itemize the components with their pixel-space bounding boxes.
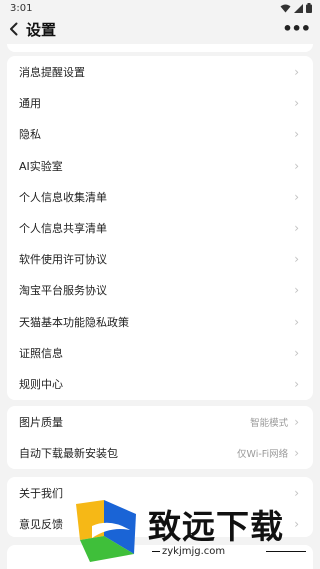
settings-item-label: 软件使用许可协议 xyxy=(19,253,107,267)
back-arrow-icon[interactable] xyxy=(8,22,20,36)
status-bar: 3:01 xyxy=(0,0,320,16)
settings-item-personal-info-collection[interactable]: 个人信息收集清单 › xyxy=(7,181,313,212)
settings-item-privacy-policy[interactable]: 天猫基本功能隐私政策 › xyxy=(7,306,313,337)
settings-item-ai-lab[interactable]: AI实验室 › xyxy=(7,150,313,181)
chevron-right-icon: › xyxy=(294,345,299,360)
watermark-divider xyxy=(152,551,160,552)
wifi-icon xyxy=(280,4,291,12)
chevron-right-icon: › xyxy=(294,221,299,236)
settings-item-auto-download[interactable]: 自动下载最新安装包 仅Wi-Fi网络 › xyxy=(7,437,313,468)
settings-item-label: 隐私 xyxy=(19,128,41,142)
status-icons xyxy=(280,3,312,13)
previous-card-edge xyxy=(7,44,313,52)
chevron-right-icon: › xyxy=(294,445,299,460)
signal-icon xyxy=(294,3,303,13)
watermark-url: zykjmjg.com xyxy=(162,546,226,557)
chevron-right-icon: › xyxy=(294,189,299,204)
battery-icon xyxy=(306,3,312,13)
settings-item-label: 通用 xyxy=(19,97,41,111)
settings-item-software-license[interactable]: 软件使用许可协议 › xyxy=(7,244,313,275)
settings-item-platform-agreement[interactable]: 淘宝平台服务协议 › xyxy=(7,275,313,306)
settings-item-label: 规则中心 xyxy=(19,377,63,391)
settings-item-label: 天猫基本功能隐私政策 xyxy=(19,315,129,329)
settings-item-general[interactable]: 通用 › xyxy=(7,88,313,119)
chevron-right-icon: › xyxy=(294,314,299,329)
settings-item-label: 自动下载最新安装包 xyxy=(19,446,118,460)
settings-item-personal-info-sharing[interactable]: 个人信息共享清单 › xyxy=(7,212,313,243)
settings-item-label: 证照信息 xyxy=(19,346,63,360)
settings-group-media: 图片质量 智能模式 › 自动下载最新安装包 仅Wi-Fi网络 › xyxy=(7,406,313,469)
settings-item-image-quality[interactable]: 图片质量 智能模式 › xyxy=(7,406,313,437)
chevron-right-icon: › xyxy=(294,252,299,267)
watermark: 致远下载 zykjmjg.com xyxy=(70,496,320,569)
watermark-logo-icon xyxy=(76,500,136,562)
settings-item-privacy[interactable]: 隐私 › xyxy=(7,119,313,150)
chevron-right-icon: › xyxy=(294,65,299,80)
chevron-right-icon: › xyxy=(294,158,299,173)
settings-item-license-info[interactable]: 证照信息 › xyxy=(7,337,313,368)
settings-item-label: 意见反馈 xyxy=(19,517,63,531)
settings-item-notifications[interactable]: 消息提醒设置 › xyxy=(7,57,313,88)
settings-item-label: 图片质量 xyxy=(19,415,63,429)
status-time: 3:01 xyxy=(10,2,33,14)
settings-item-label: 个人信息共享清单 xyxy=(19,222,107,236)
chevron-right-icon: › xyxy=(294,96,299,111)
settings-item-label: AI实验室 xyxy=(19,159,63,173)
watermark-text: 致远下载 xyxy=(148,507,284,546)
settings-item-label: 淘宝平台服务协议 xyxy=(19,284,107,298)
settings-group-general: 消息提醒设置 › 通用 › 隐私 › AI实验室 › 个人信息收集清单 › 个人信息共享清… xyxy=(7,56,313,400)
settings-item-label: 消息提醒设置 xyxy=(19,66,85,80)
chevron-right-icon: › xyxy=(294,376,299,391)
chevron-right-icon: › xyxy=(294,283,299,298)
page-title: 设置 xyxy=(26,20,57,39)
settings-item-value: 仅Wi-Fi网络 xyxy=(237,448,289,460)
settings-item-rules-center[interactable]: 规则中心 › xyxy=(7,368,313,399)
nav-bar: 设置 ••• xyxy=(0,16,320,42)
settings-item-label: 关于我们 xyxy=(19,486,63,500)
more-options-icon[interactable]: ••• xyxy=(282,21,311,37)
chevron-right-icon: › xyxy=(294,414,299,429)
settings-item-value: 智能模式 xyxy=(250,417,289,429)
chevron-right-icon: › xyxy=(294,127,299,142)
watermark-divider xyxy=(266,551,306,552)
settings-item-label: 个人信息收集清单 xyxy=(19,190,107,204)
